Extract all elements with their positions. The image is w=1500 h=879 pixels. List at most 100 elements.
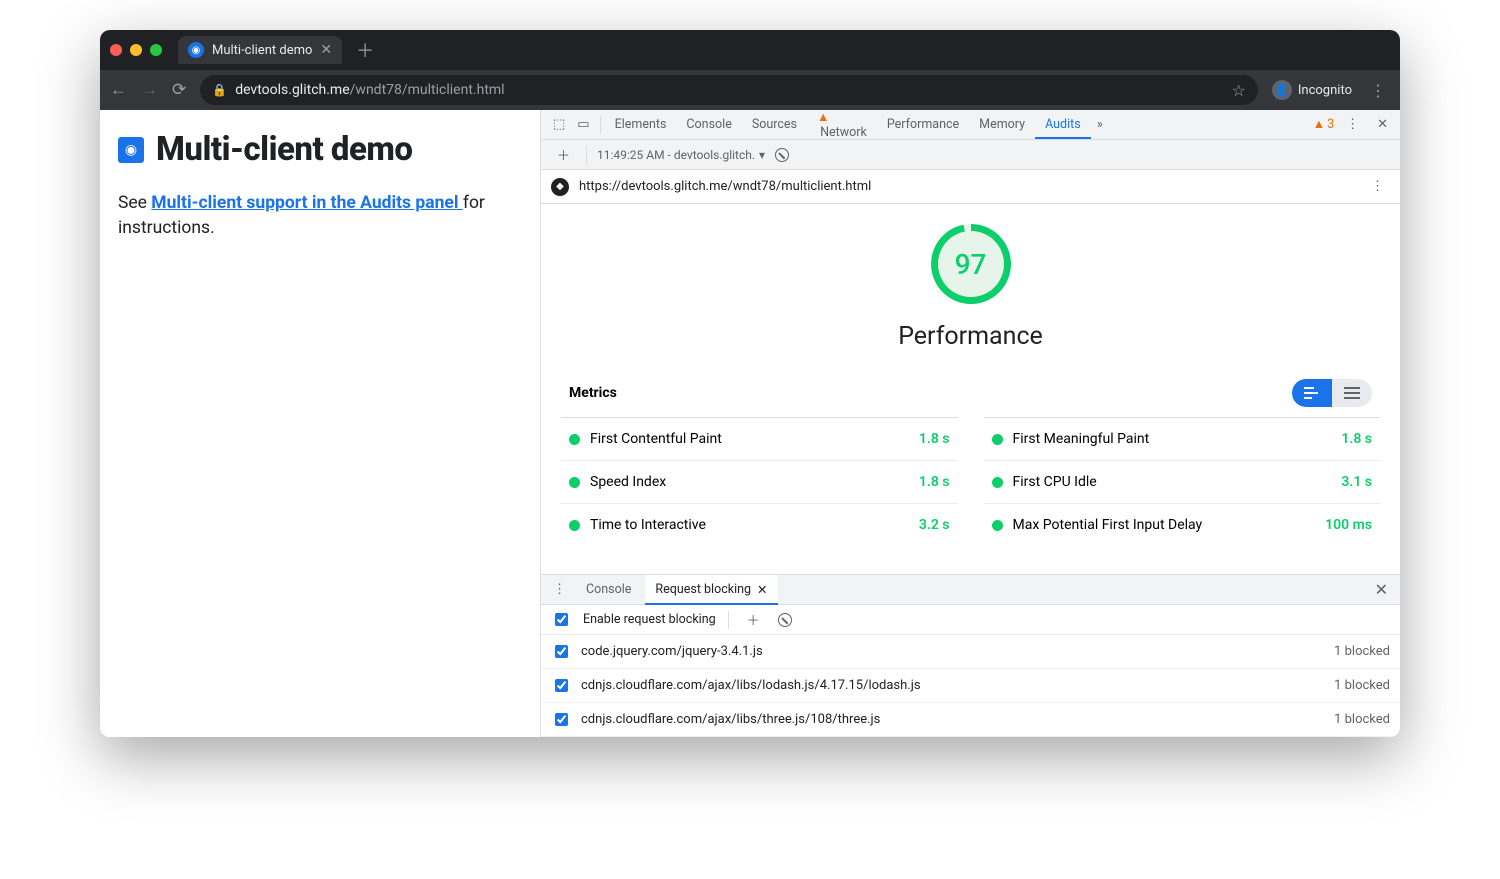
address-bar: ← → ⟳ 🔒 devtools.glitch.me/wndt78/multic… <box>100 70 1400 110</box>
new-audit-icon[interactable]: ＋ <box>551 145 576 164</box>
metric-value: 100 ms <box>1325 517 1372 533</box>
view-toggle-compact[interactable] <box>1292 379 1332 407</box>
tab-performance[interactable]: Performance <box>877 110 969 139</box>
pattern-text: cdnjs.cloudflare.com/ajax/libs/three.js/… <box>581 712 880 727</box>
drawer-tabbar: ⋮ Console Request blocking ✕ ✕ <box>541 575 1400 605</box>
audit-url: https://devtools.glitch.me/wndt78/multic… <box>579 179 871 194</box>
minimize-window-button[interactable] <box>130 44 142 56</box>
url-path: /wndt78/multiclient.html <box>350 82 505 98</box>
inspect-element-icon[interactable]: ⬚ <box>547 117 571 132</box>
remove-all-patterns-icon[interactable] <box>778 613 792 627</box>
status-dot-icon <box>569 434 580 445</box>
drawer-tab-request-blocking[interactable]: Request blocking ✕ <box>645 575 777 605</box>
more-tabs-icon[interactable]: » <box>1091 117 1109 132</box>
status-dot-icon <box>992 434 1003 445</box>
request-blocking-toolbar: Enable request blocking ＋ <box>541 605 1400 635</box>
audit-row-menu-icon[interactable]: ⋮ <box>1365 179 1390 194</box>
incognito-label: Incognito <box>1298 83 1352 98</box>
tab-strip: ◉ Multi-client demo ✕ ＋ <box>100 30 1400 70</box>
close-tab-icon[interactable]: ✕ <box>320 42 332 58</box>
tab-elements[interactable]: Elements <box>605 110 677 139</box>
warnings-badge[interactable]: ▲ 3 <box>1313 117 1334 132</box>
close-tab-icon[interactable]: ✕ <box>757 582 767 598</box>
bars-left-icon <box>1304 387 1320 399</box>
blocked-pattern-row[interactable]: code.jquery.com/jquery-3.4.1.js 1 blocke… <box>541 635 1400 669</box>
metric-row: Time to Interactive3.2 s <box>561 503 958 546</box>
devtools-panel: ⬚ ▭ Elements Console Sources ▲ Network P… <box>540 110 1400 737</box>
metrics-header: Metrics <box>561 379 1380 407</box>
device-toolbar-icon[interactable]: ▭ <box>571 117 595 132</box>
maximize-window-button[interactable] <box>150 44 162 56</box>
favicon-icon: ◉ <box>188 42 204 58</box>
metrics-grid: First Contentful Paint 1.8 s First Meanin… <box>561 417 1380 546</box>
audit-report: 97 Performance Metrics <box>541 204 1400 574</box>
metric-name: First CPU Idle <box>1013 474 1097 490</box>
pattern-checkbox[interactable] <box>555 713 568 726</box>
audit-url-row: ◆ https://devtools.glitch.me/wndt78/mult… <box>541 170 1400 204</box>
pattern-checkbox[interactable] <box>555 645 568 658</box>
bookmark-star-icon[interactable]: ☆ <box>1232 81 1246 100</box>
content-area: ◉ Multi-client demo See Multi-client sup… <box>100 110 1400 737</box>
tab-audits[interactable]: Audits <box>1035 110 1091 139</box>
new-tab-button[interactable]: ＋ <box>350 37 380 63</box>
tab-console[interactable]: Console <box>676 110 741 139</box>
audit-run-dropdown[interactable]: 11:49:25 AM - devtools.glitch. ▾ <box>597 148 765 162</box>
separator <box>600 116 601 134</box>
back-button[interactable]: ← <box>110 80 127 100</box>
incognito-indicator[interactable]: 👤 Incognito <box>1272 80 1352 100</box>
page-paragraph: See Multi-client support in the Audits p… <box>118 191 522 240</box>
reload-button[interactable]: ⟳ <box>172 80 186 100</box>
warning-icon: ▲ <box>817 110 867 125</box>
devtools-close-icon[interactable]: ✕ <box>1371 117 1394 132</box>
clear-audits-icon[interactable] <box>775 148 789 162</box>
devtools-settings-icon[interactable]: ⋮ <box>1340 117 1365 132</box>
gauge-category: Performance <box>898 322 1043 351</box>
score-gauge: 97 Performance <box>561 224 1380 351</box>
window-controls <box>110 44 170 56</box>
tab-memory[interactable]: Memory <box>969 110 1035 139</box>
pattern-text: code.jquery.com/jquery-3.4.1.js <box>581 644 763 659</box>
tab-sources[interactable]: Sources <box>742 110 807 139</box>
metric-name: First Contentful Paint <box>590 431 722 447</box>
chrome-menu-button[interactable]: ⋮ <box>1366 81 1390 100</box>
enable-request-blocking-label: Enable request blocking <box>583 612 716 627</box>
metric-row: First Meaningful Paint1.8 s <box>984 417 1381 460</box>
pattern-text: cdnjs.cloudflare.com/ajax/libs/lodash.js… <box>581 678 921 693</box>
metric-row: Max Potential First Input Delay 100 ms <box>984 503 1381 546</box>
metric-value: 3.2 s <box>919 517 950 533</box>
tab-title: Multi-client demo <box>212 43 312 58</box>
page-content: ◉ Multi-client demo See Multi-client sup… <box>100 110 540 737</box>
blocked-count: 1 blocked <box>1334 712 1390 727</box>
close-window-button[interactable] <box>110 44 122 56</box>
metric-name: Max Potential First Input Delay <box>1013 517 1203 533</box>
forward-button[interactable]: → <box>141 80 158 100</box>
lock-icon: 🔒 <box>212 83 227 97</box>
dropdown-caret-icon: ▾ <box>759 148 765 162</box>
gauge-ring: 97 <box>931 224 1011 304</box>
page-logo-icon: ◉ <box>118 137 144 163</box>
browser-tab[interactable]: ◉ Multi-client demo ✕ <box>178 36 342 64</box>
enable-request-blocking-checkbox[interactable] <box>555 613 568 626</box>
gauge-score: 97 <box>955 248 987 281</box>
blocked-pattern-row[interactable]: cdnjs.cloudflare.com/ajax/libs/three.js/… <box>541 703 1400 737</box>
bars-right-icon <box>1344 387 1360 399</box>
view-toggle-expanded[interactable] <box>1332 379 1372 407</box>
metric-value: 1.8 s <box>919 431 950 447</box>
blocked-pattern-row[interactable]: cdnjs.cloudflare.com/ajax/libs/lodash.js… <box>541 669 1400 703</box>
audit-timestamp: 11:49:25 AM - devtools.glitch. <box>597 148 755 162</box>
audits-toolbar: ＋ 11:49:25 AM - devtools.glitch. ▾ <box>541 140 1400 170</box>
drawer-menu-icon[interactable]: ⋮ <box>547 582 572 597</box>
add-pattern-icon[interactable]: ＋ <box>741 610 766 629</box>
drawer-close-icon[interactable]: ✕ <box>1369 580 1394 599</box>
status-dot-icon <box>992 477 1003 488</box>
status-dot-icon <box>569 477 580 488</box>
metrics-heading: Metrics <box>569 385 617 401</box>
separator <box>728 611 729 629</box>
pattern-checkbox[interactable] <box>555 679 568 692</box>
metric-name: Speed Index <box>590 474 666 490</box>
page-link[interactable]: Multi-client support in the Audits panel <box>151 193 463 213</box>
omnibox[interactable]: 🔒 devtools.glitch.me/wndt78/multiclient.… <box>200 75 1258 105</box>
metric-row: First Contentful Paint 1.8 s <box>561 417 958 460</box>
drawer-tab-console[interactable]: Console <box>576 575 641 604</box>
status-dot-icon <box>569 520 580 531</box>
